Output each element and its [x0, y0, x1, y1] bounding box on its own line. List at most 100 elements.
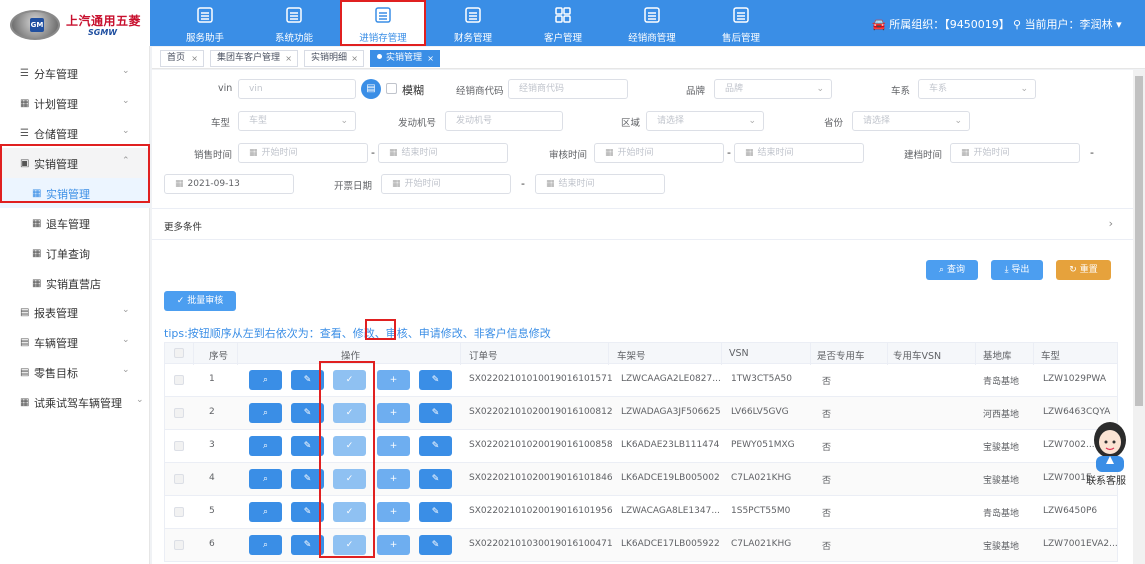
nav-dealer-management[interactable]: 经销商管理	[609, 0, 695, 46]
sidebar-item-order-query[interactable]: ▦ 订单查询	[0, 238, 150, 268]
view-button[interactable]: ⌕	[249, 403, 282, 423]
audit-time-end[interactable]: ▦ 结束时间	[734, 143, 864, 163]
export-button[interactable]: ⤓ 导出	[991, 260, 1043, 280]
sidebar-item-returns[interactable]: ▦ 退车管理	[0, 208, 150, 238]
sidebar-item-test-drive[interactable]: ▦ 试乘试驾车辆管理 ⌄	[0, 387, 150, 417]
edit-button[interactable]: ✎	[291, 469, 324, 489]
view-button[interactable]: ⌕	[249, 535, 282, 555]
select-all-checkbox[interactable]	[174, 348, 184, 358]
edit-button[interactable]: ✎	[291, 370, 324, 390]
nav-system-functions[interactable]: 系统功能	[251, 0, 337, 46]
col-header: 车型	[1041, 351, 1061, 362]
sale-time-end[interactable]: ▦ 结束时间	[378, 143, 508, 163]
non-customer-edit-button[interactable]: ✎	[419, 469, 452, 489]
column-divider	[237, 343, 238, 365]
sidebar-item-reports[interactable]: ▤ 报表管理 ⌄	[0, 297, 150, 327]
apply-edit-button[interactable]: +	[377, 502, 410, 522]
tab-sales-detail[interactable]: 实销明细 ×	[304, 50, 364, 67]
nav-service-assistant[interactable]: 服务助手	[162, 0, 248, 46]
customer-service-label[interactable]: 联系客服	[1086, 472, 1126, 487]
reset-button[interactable]: ↻ 重置	[1056, 260, 1111, 280]
row-checkbox[interactable]	[174, 507, 184, 517]
audit-button[interactable]: ✓	[333, 403, 366, 423]
edit-button[interactable]: ✎	[291, 502, 324, 522]
audit-button[interactable]: ✓	[333, 370, 366, 390]
apply-edit-button[interactable]: +	[377, 535, 410, 555]
row-checkbox[interactable]	[174, 441, 184, 451]
scrollbar-thumb[interactable]	[1135, 76, 1143, 406]
edit-button[interactable]: ✎	[291, 436, 324, 456]
view-button[interactable]: ⌕	[249, 370, 282, 390]
row-checkbox[interactable]	[174, 474, 184, 484]
apply-edit-button[interactable]: +	[377, 436, 410, 456]
non-customer-edit-button[interactable]: ✎	[419, 502, 452, 522]
sidebar-item-retail-target[interactable]: ▤ 零售目标 ⌄	[0, 357, 150, 387]
model-select[interactable]: 车型 ⌄	[238, 111, 356, 131]
apply-edit-button[interactable]: +	[377, 403, 410, 423]
region-select[interactable]: 请选择 ⌄	[646, 111, 764, 131]
more-conditions-row[interactable]: 更多条件 ›	[152, 208, 1133, 240]
sidebar-item-sales-management[interactable]: ▦ 实销管理	[0, 178, 150, 208]
view-button[interactable]: ⌕	[249, 436, 282, 456]
row-checkbox[interactable]	[174, 408, 184, 418]
view-button[interactable]: ⌕	[249, 469, 282, 489]
customer-service-avatar[interactable]	[1088, 420, 1132, 472]
vertical-scrollbar[interactable]	[1133, 70, 1145, 564]
tab-group-customer[interactable]: 集团车客户管理 ×	[210, 50, 298, 67]
archive-time-start[interactable]: ▦ 开始时间	[950, 143, 1080, 163]
cell-frame-no: LK6ADCE17LB005922	[621, 539, 720, 549]
nav-inventory-management[interactable]: 进销存管理	[340, 0, 426, 46]
invoice-date-end[interactable]: ▦ 结束时间	[535, 174, 665, 194]
dealer-code-input[interactable]: 经销商代码	[508, 79, 628, 99]
sidebar-item-warehouse[interactable]: ☰ 仓储管理 ⌄	[0, 118, 150, 148]
batch-audit-button[interactable]: ✓ 批量审核	[164, 291, 236, 311]
nav-finance-management[interactable]: 财务管理	[430, 0, 516, 46]
archive-time-end[interactable]: ▦ 2021-09-13	[164, 174, 294, 194]
apply-edit-button[interactable]: +	[377, 370, 410, 390]
audit-button[interactable]: ✓	[333, 535, 366, 555]
sidebar-item-sales[interactable]: ▣ 实销管理 ⌃	[0, 148, 150, 178]
close-icon[interactable]: ×	[427, 51, 434, 66]
sidebar-item-vehicles[interactable]: ▤ 车辆管理 ⌄	[0, 327, 150, 357]
audit-time-start[interactable]: ▦ 开始时间	[594, 143, 724, 163]
row-checkbox[interactable]	[174, 540, 184, 550]
brand-select[interactable]: 品牌 ⌄	[714, 79, 832, 99]
edit-button[interactable]: ✎	[291, 403, 324, 423]
vin-input[interactable]: vin	[238, 79, 356, 99]
non-customer-edit-button[interactable]: ✎	[419, 370, 452, 390]
sidebar-item-label: 退车管理	[46, 218, 90, 231]
non-customer-edit-button[interactable]: ✎	[419, 436, 452, 456]
col-header: 专用车VSN	[893, 351, 942, 362]
audit-button[interactable]: ✓	[333, 469, 366, 489]
nav-after-sales-management[interactable]: 售后管理	[698, 0, 784, 46]
close-icon[interactable]: ×	[351, 51, 358, 66]
query-button[interactable]: ⌕ 查询	[926, 260, 978, 280]
fuzzy-checkbox[interactable]	[386, 83, 397, 94]
series-select[interactable]: 车系 ⌄	[918, 79, 1036, 99]
audit-button[interactable]: ✓	[333, 436, 366, 456]
tab-home[interactable]: 首页 ×	[160, 50, 204, 67]
view-button[interactable]: ⌕	[249, 502, 282, 522]
sidebar-item-plan[interactable]: ▦ 计划管理 ⌄	[0, 88, 150, 118]
engine-input[interactable]: 发动机号	[445, 111, 563, 131]
cell-frame-no: LZWACAGA8LE1347...	[621, 506, 720, 516]
sale-time-start[interactable]: ▦ 开始时间	[238, 143, 368, 163]
sidebar-item-direct-store[interactable]: ▦ 实销直营店	[0, 268, 150, 298]
sidebar-item-dispatch[interactable]: ☰ 分车管理 ⌄	[0, 58, 150, 88]
close-icon[interactable]: ×	[285, 51, 292, 66]
non-customer-edit-button[interactable]: ✎	[419, 535, 452, 555]
edit-button[interactable]: ✎	[291, 535, 324, 555]
non-customer-edit-button[interactable]: ✎	[419, 403, 452, 423]
province-select[interactable]: 请选择 ⌄	[852, 111, 970, 131]
row-checkbox[interactable]	[174, 375, 184, 385]
nav-customer-management[interactable]: 客户管理	[520, 0, 606, 46]
user-menu[interactable]: ⚲ 当前用户：李润林 ▾	[1013, 16, 1122, 32]
series-placeholder: 车系	[929, 84, 948, 94]
invoice-date-start[interactable]: ▦ 开始时间	[381, 174, 511, 194]
cell-base: 宝骏基地	[983, 542, 1020, 552]
tab-sales-management[interactable]: 实销管理 ×	[370, 50, 440, 67]
apply-edit-button[interactable]: +	[377, 469, 410, 489]
vin-search-icon[interactable]: ▤	[361, 79, 381, 99]
close-icon[interactable]: ×	[191, 51, 198, 66]
audit-button[interactable]: ✓	[333, 502, 366, 522]
